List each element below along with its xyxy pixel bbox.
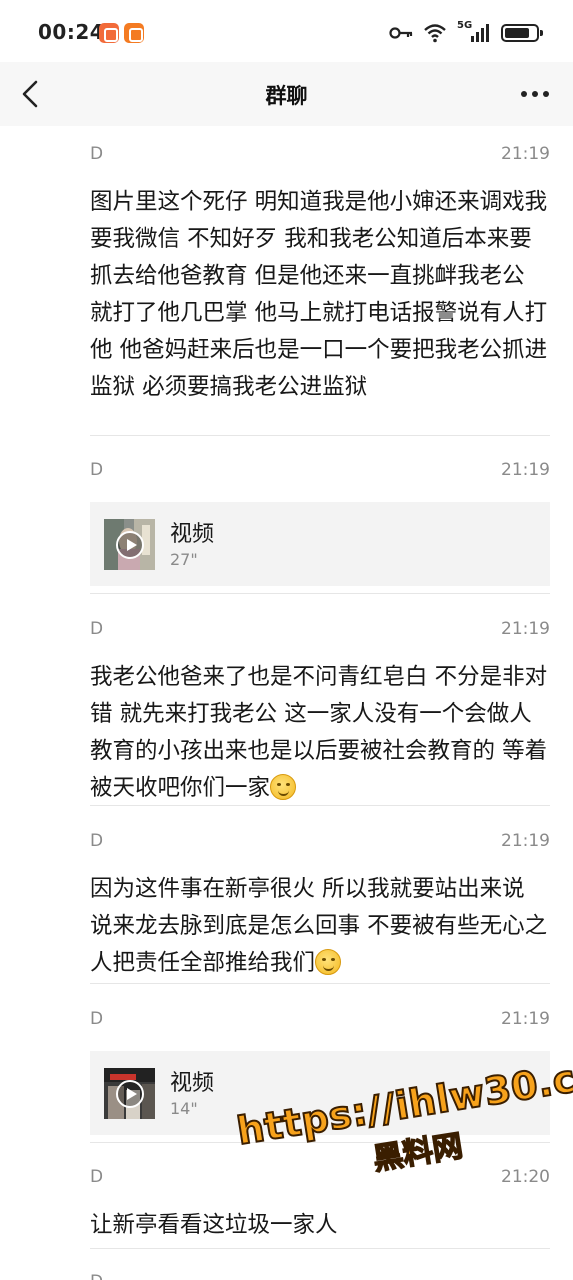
message-time: 21:19	[501, 144, 550, 164]
message-time: 21:19	[501, 1009, 550, 1029]
video-label: 视频	[170, 522, 215, 547]
video-duration: 14"	[170, 1099, 198, 1118]
status-bar: 00:24 5G	[0, 0, 573, 62]
message-text: 我老公他爸来了也是不问青红皂白 不分是非对错 就先来打我老公 这一家人没有一个会…	[90, 664, 548, 801]
message-meta: D	[90, 1272, 550, 1280]
smile-emoji-icon	[270, 774, 297, 800]
smile-emoji-icon	[315, 949, 342, 975]
message-body: 我老公他爸来了也是不问青红皂白 不分是非对错 就先来打我老公 这一家人没有一个会…	[90, 659, 550, 807]
divider	[90, 805, 550, 806]
play-icon	[116, 531, 144, 559]
more-dots-icon	[521, 91, 549, 97]
app-notification-icon	[99, 23, 119, 43]
sender-name: D	[90, 1272, 103, 1280]
wifi-icon	[424, 24, 446, 43]
key-icon	[389, 27, 413, 39]
chat-header: 群聊	[0, 62, 573, 126]
message-item[interactable]: D 21:19 我老公他爸来了也是不问青红皂白 不分是非对错 就先来打我老公 这…	[90, 619, 550, 807]
message-item-partial[interactable]: D	[90, 1272, 550, 1280]
message-time: 21:20	[501, 1167, 550, 1187]
message-time: 21:19	[501, 831, 550, 851]
message-text: 图片里这个死仔 明知道我是他小婶还来调戏我 要我微信 不知好歹 我和我老公知道后…	[90, 189, 548, 400]
sender-name: D	[90, 1009, 104, 1029]
message-item[interactable]: D 21:19 图片里这个死仔 明知道我是他小婶还来调戏我 要我微信 不知好歹 …	[90, 144, 550, 406]
more-button[interactable]	[519, 84, 551, 104]
signal-icon	[471, 24, 489, 42]
message-meta: D 21:19	[90, 460, 550, 484]
message-meta: D 21:19	[90, 1009, 550, 1033]
message-meta: D 21:19	[90, 144, 550, 168]
video-thumbnail	[104, 519, 155, 570]
sender-name: D	[90, 1167, 104, 1187]
battery-level	[505, 28, 529, 38]
message-meta: D 21:19	[90, 619, 550, 643]
sender-name: D	[90, 831, 104, 851]
page-title: 群聊	[265, 84, 308, 108]
battery-icon	[501, 24, 543, 42]
video-label: 视频	[170, 1071, 215, 1096]
video-card[interactable]: 视频 27"	[90, 502, 550, 586]
message-text: 让新亭看看这垃圾一家人	[90, 1212, 338, 1238]
sender-name: D	[90, 619, 104, 639]
message-time: 21:19	[501, 460, 550, 480]
status-time: 00:24	[38, 20, 105, 44]
play-icon	[116, 1080, 144, 1108]
message-item[interactable]: D 21:19 因为这件事在新亭很火 所以我就要站出来说 说来龙去脉到底是怎么回…	[90, 831, 550, 982]
message-item[interactable]: D 21:19 视频 27"	[90, 460, 550, 586]
app-notification-icon	[124, 23, 144, 43]
video-duration: 27"	[170, 550, 198, 569]
signal-indicator: 5G	[457, 20, 491, 44]
divider	[90, 1248, 550, 1249]
divider	[90, 435, 550, 436]
divider	[90, 983, 550, 984]
sender-name: D	[90, 144, 104, 164]
status-indicators: 5G	[389, 20, 543, 46]
video-thumbnail	[104, 1068, 155, 1119]
message-time: 21:19	[501, 619, 550, 639]
sender-name: D	[90, 460, 104, 480]
message-body: 因为这件事在新亭很火 所以我就要站出来说 说来龙去脉到底是怎么回事 不要被有些无…	[90, 871, 550, 982]
message-meta: D 21:19	[90, 831, 550, 855]
divider	[90, 593, 550, 594]
